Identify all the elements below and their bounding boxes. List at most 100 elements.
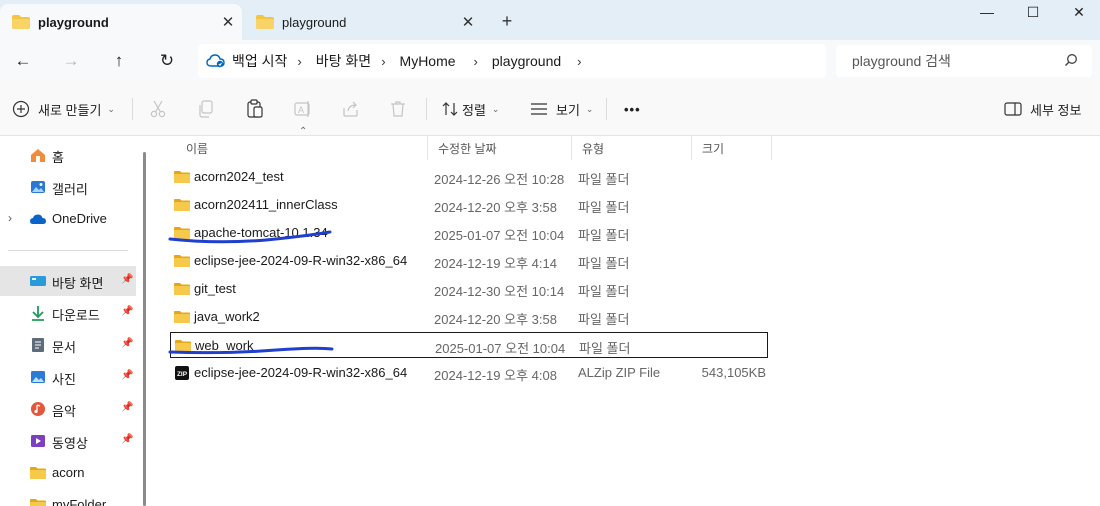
sidebar-item-onedrive[interactable]: › OneDrive bbox=[0, 204, 136, 234]
sidebar-item-acorn[interactable]: acorn bbox=[0, 458, 136, 488]
file-modified: 2024-12-20 오후 3:58 bbox=[434, 200, 557, 215]
paste-button[interactable] bbox=[246, 97, 264, 121]
file-name: eclipse-jee-2024-09-R-win32-x86_64 bbox=[194, 365, 408, 380]
file-row[interactable]: java_work2 2024-12-20 오후 3:58 파일 폴더 bbox=[170, 304, 768, 330]
chevron-right-icon[interactable]: › bbox=[297, 54, 301, 69]
pin-icon[interactable]: 📌 bbox=[121, 402, 133, 413]
close-button[interactable]: ✕ bbox=[1056, 0, 1100, 26]
sidebar-scrollbar[interactable] bbox=[143, 152, 146, 506]
file-row[interactable]: git_test 2024-12-30 오전 10:14 파일 폴더 bbox=[170, 276, 768, 302]
pin-icon[interactable]: 📌 bbox=[121, 274, 133, 285]
navigation-pane: 홈 갤러리 › OneDrive 바탕 화면 📌 다운로드 📌 문서 📌 사진 … bbox=[0, 136, 152, 506]
pin-icon[interactable]: 📌 bbox=[121, 370, 133, 381]
file-row[interactable]: ZIP eclipse-jee-2024-09-R-win32-x86_64 202… bbox=[170, 360, 768, 386]
tab-playground[interactable]: playground ✕ bbox=[244, 4, 482, 40]
pin-icon[interactable]: 📌 bbox=[121, 434, 133, 445]
file-modified: 2025-01-07 오전 10:04 bbox=[434, 228, 565, 243]
sidebar-item-pictures[interactable]: 사진 📌 bbox=[0, 362, 136, 392]
file-modified: 2024-12-26 오전 10:28 bbox=[434, 172, 565, 187]
refresh-button[interactable]: ↻ bbox=[153, 49, 181, 73]
sidebar-label: 다운로드 bbox=[52, 308, 100, 323]
sidebar-item-myfolder[interactable]: myFolder bbox=[0, 490, 136, 506]
sidebar-label: 음악 bbox=[52, 404, 76, 419]
folder-icon bbox=[30, 467, 46, 479]
tab-close-icon[interactable]: ✕ bbox=[214, 13, 242, 31]
view-icon bbox=[531, 103, 547, 115]
sidebar-item-desktop[interactable]: 바탕 화면 📌 bbox=[0, 266, 136, 296]
delete-button[interactable] bbox=[390, 97, 406, 121]
breadcrumb-backup[interactable]: 백업 시작 bbox=[232, 51, 287, 71]
file-size: 543,105KB bbox=[701, 365, 766, 380]
file-row[interactable]: eclipse-jee-2024-09-R-win32-x86_64 2024-1… bbox=[170, 248, 768, 274]
breadcrumb-playground[interactable]: playground bbox=[492, 53, 561, 69]
sidebar-label: 동영상 bbox=[52, 436, 88, 451]
details-pane-button[interactable]: 세부 정보 bbox=[1004, 97, 1081, 121]
file-name: apache-tomcat-10.1.34 bbox=[194, 225, 328, 240]
address-bar[interactable]: 백업 시작 › 바탕 화면 › MyHome › playground › bbox=[198, 44, 826, 78]
sidebar-item-gallery[interactable]: 갤러리 bbox=[0, 172, 136, 202]
chevron-right-icon[interactable]: › bbox=[577, 54, 581, 69]
plus-circle-icon bbox=[12, 100, 30, 118]
file-row[interactable]: web_work 2025-01-07 오전 10:04 파일 폴더 bbox=[170, 332, 768, 358]
share-button[interactable] bbox=[342, 97, 360, 121]
sidebar-item-documents[interactable]: 문서 📌 bbox=[0, 330, 136, 360]
view-button[interactable]: 보기 ⌄ bbox=[530, 97, 593, 121]
trash-icon bbox=[391, 101, 405, 117]
folder-icon bbox=[30, 499, 46, 506]
sidebar-item-music[interactable]: 음악 📌 bbox=[0, 394, 136, 424]
home-icon bbox=[31, 149, 45, 162]
new-button[interactable]: 새로 만들기 ⌄ bbox=[12, 97, 115, 121]
file-row[interactable]: apache-tomcat-10.1.34 2025-01-07 오전 10:04… bbox=[170, 220, 768, 246]
sidebar-item-videos[interactable]: 동영상 📌 bbox=[0, 426, 136, 456]
pin-icon[interactable]: 📌 bbox=[121, 338, 133, 349]
chevron-right-icon[interactable]: › bbox=[381, 54, 385, 69]
copy-button[interactable] bbox=[198, 97, 214, 121]
folder-icon bbox=[174, 199, 190, 211]
new-tab-button[interactable]: + bbox=[494, 8, 520, 34]
gallery-icon bbox=[31, 181, 45, 193]
file-name: git_test bbox=[194, 281, 236, 296]
sidebar-label: 문서 bbox=[52, 340, 76, 355]
maximize-button[interactable]: ☐ bbox=[1010, 0, 1056, 26]
column-header-type[interactable]: 유형 bbox=[572, 136, 692, 160]
desktop-icon bbox=[30, 276, 46, 286]
breadcrumb-desktop[interactable]: 바탕 화면 bbox=[316, 51, 371, 71]
file-type: ALZip ZIP File bbox=[578, 365, 661, 380]
column-header-modified[interactable]: 수정한 날짜 bbox=[428, 136, 572, 160]
search-input[interactable]: playground 검색 bbox=[836, 45, 1092, 77]
file-modified: 2024-12-19 오후 4:14 bbox=[434, 256, 557, 271]
title-bar: playground ✕ playground ✕ + — ☐ ✕ bbox=[0, 0, 1100, 40]
address-row: ← → ↑ ↻ 백업 시작 › 바탕 화면 › MyHome › playgro… bbox=[0, 40, 1100, 82]
column-header-size[interactable]: 크기 bbox=[692, 136, 772, 160]
tab-playground-active[interactable]: playground ✕ bbox=[0, 4, 242, 40]
cloud-backup-icon bbox=[206, 54, 225, 68]
sidebar-label: 갤러리 bbox=[52, 182, 88, 197]
chevron-right-icon[interactable]: › bbox=[474, 54, 478, 69]
folder-icon bbox=[256, 15, 274, 29]
cut-button[interactable] bbox=[150, 97, 166, 121]
back-button[interactable]: ← bbox=[9, 49, 37, 73]
tab-close-icon[interactable]: ✕ bbox=[454, 13, 482, 31]
pin-icon[interactable]: 📌 bbox=[121, 306, 133, 317]
column-label: 수정한 날짜 bbox=[438, 141, 497, 156]
search-icon bbox=[1065, 54, 1077, 66]
chevron-right-icon[interactable]: › bbox=[8, 211, 12, 225]
minimize-button[interactable]: — bbox=[964, 0, 1010, 26]
file-name: acorn202411_innerClass bbox=[194, 197, 338, 212]
column-label: 이름 bbox=[186, 141, 209, 156]
column-label: 유형 bbox=[582, 141, 605, 156]
download-icon bbox=[32, 306, 44, 321]
forward-button[interactable]: → bbox=[57, 49, 85, 73]
chevron-down-icon: ⌄ bbox=[585, 103, 594, 114]
sidebar-item-home[interactable]: 홈 bbox=[0, 140, 136, 170]
file-row[interactable]: acorn2024_test 2024-12-26 오전 10:28 파일 폴더 bbox=[170, 164, 768, 190]
up-button[interactable]: ↑ bbox=[105, 49, 133, 73]
rename-button[interactable]: A bbox=[294, 97, 312, 121]
more-options-button[interactable]: ••• bbox=[624, 97, 641, 121]
sidebar-item-downloads[interactable]: 다운로드 📌 bbox=[0, 298, 136, 328]
file-row[interactable]: acorn202411_innerClass 2024-12-20 오후 3:58… bbox=[170, 192, 768, 218]
column-header-name[interactable]: 이름 bbox=[176, 136, 428, 160]
sidebar-label: 홈 bbox=[52, 150, 64, 165]
sort-button[interactable]: 정렬 ⌄ bbox=[442, 97, 499, 121]
breadcrumb-myhome[interactable]: MyHome bbox=[400, 53, 456, 69]
